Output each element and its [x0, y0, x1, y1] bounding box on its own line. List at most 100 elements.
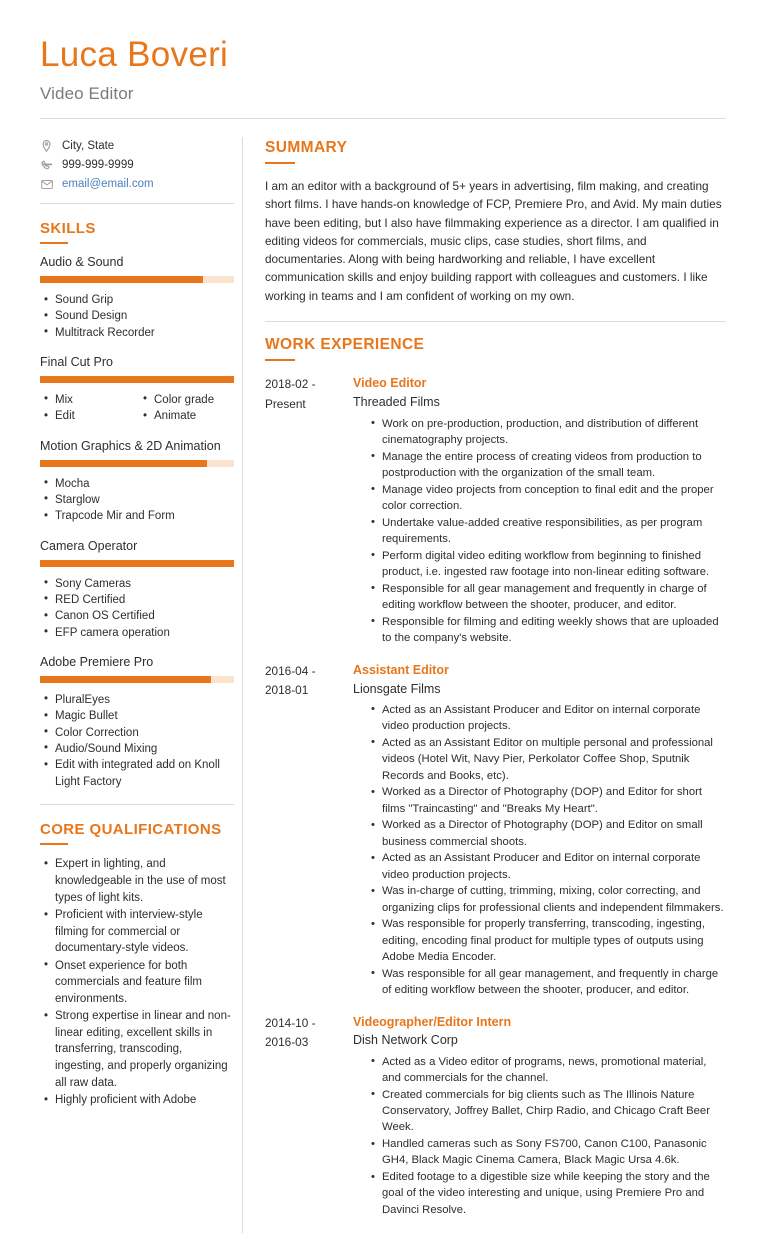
resume-page: Luca Boveri Video Editor City, State 999…: [0, 0, 760, 1233]
skill-group: Motion Graphics & 2D Animation MochaStarg…: [40, 439, 234, 525]
core-qualification-item: Highly proficient with Adobe: [40, 1092, 234, 1109]
skill-item: Trapcode Mir and Form: [40, 508, 234, 525]
contact-divider: [40, 202, 234, 204]
core-qualifications-heading: CORE QUALIFICATIONS: [40, 820, 222, 838]
job-body: Videographer/Editor Intern Dish Network C…: [343, 1013, 726, 1219]
skill-group-name: Audio & Sound: [40, 255, 124, 269]
job-company: Lionsgate Films: [353, 681, 441, 696]
job-bullet-list: Work on pre-production, production, and …: [353, 415, 726, 647]
candidate-name: Luca Boveri: [40, 35, 229, 74]
work-experience-heading: WORK EXPERIENCE: [265, 335, 425, 353]
job-bullet: Handled cameras such as Sony FS700, Cano…: [369, 1136, 726, 1169]
skill-item: Multitrack Recorder: [40, 324, 234, 341]
skills-group-list: Audio & Sound Sound GripSound DesignMulti…: [40, 255, 234, 790]
job-entry: 2018-02 - Present Video Editor Threaded Fil…: [265, 374, 726, 646]
skill-group: Adobe Premiere Pro PluralEyesMagic Bullet…: [40, 655, 234, 790]
job-role: Assistant Editor: [353, 662, 449, 677]
core-qualification-item: Proficient with interview-style filming …: [40, 907, 234, 957]
job-bullet: Was in-charge of cutting, trimming, mixi…: [369, 883, 726, 916]
skill-item-list: MixColor gradeEditAnimate: [40, 391, 234, 425]
job-bullet: Responsible for filming and editing week…: [369, 613, 726, 647]
skill-item: RED Certified: [40, 591, 234, 608]
skill-group-name: Motion Graphics & 2D Animation: [40, 438, 221, 453]
job-bullet-list: Acted as a Video editor of programs, new…: [353, 1053, 726, 1218]
job-body: Video Editor Threaded Films Work on pre-pr…: [343, 374, 726, 646]
skill-level-fill: [40, 375, 234, 383]
phone-icon: [40, 160, 53, 171]
summary-heading-underline: [265, 161, 295, 164]
skill-item: Starglow: [40, 491, 234, 508]
job-date-start: 2014-10 -: [265, 1015, 316, 1030]
job-company: Dish Network Corp: [353, 1033, 458, 1048]
skill-item: Sound Grip: [40, 291, 234, 308]
skills-heading-underline: [40, 241, 68, 244]
job-date-end: 2016-03: [265, 1034, 309, 1049]
resume-header: Luca Boveri Video Editor: [40, 35, 726, 125]
skill-group-name: Adobe Premiere Pro: [40, 654, 154, 669]
contact-location-text: City, State: [62, 140, 115, 152]
skill-group: Audio & Sound Sound GripSound DesignMulti…: [40, 255, 234, 341]
header-divider: [40, 117, 726, 119]
skill-level-bar: [40, 375, 234, 383]
core-qualification-item: Strong expertise in linear and non-linea…: [40, 1008, 234, 1091]
job-bullet: Acted as an Assistant Editor on multiple…: [369, 734, 726, 784]
skill-item: Canon OS Certified: [40, 608, 234, 625]
candidate-job-title: Video Editor: [40, 83, 134, 103]
job-bullet: Work on pre-production, production, and …: [369, 415, 726, 449]
skills-section: SKILLS Audio & Sound Sound GripSound Desi…: [40, 220, 234, 805]
job-role: Videographer/Editor Intern: [353, 1014, 512, 1029]
core-qualifications-section: CORE QUALIFICATIONS Expert in lighting, …: [40, 821, 234, 1109]
summary-section: SUMMARY I am an editor with a background…: [265, 139, 726, 322]
contact-item-location: City, State: [40, 137, 234, 156]
job-bullet: Acted as an Assistant Producer and Edito…: [369, 850, 726, 883]
skill-group: Camera Operator Sony CamerasRED Certified…: [40, 539, 234, 641]
job-bullet: Responsible for all gear management and …: [369, 580, 726, 614]
job-body: Assistant Editor Lionsgate Films Acted as …: [343, 661, 726, 999]
skill-level-fill: [40, 675, 211, 683]
contact-email-text[interactable]: email@email.com: [62, 178, 154, 190]
core-qualifications-list: Expert in lighting, and knowledgeable in…: [40, 856, 234, 1108]
skills-divider: [40, 803, 234, 805]
skill-group-name: Camera Operator: [40, 538, 138, 553]
skill-group: Final Cut Pro MixColor gradeEditAnimate: [40, 355, 234, 425]
map-pin-icon: [40, 140, 53, 152]
job-dates: 2018-02 - Present: [265, 374, 343, 413]
job-date-start: 2016-04 -: [265, 663, 316, 678]
job-bullet: Worked as a Director of Photography (DOP…: [369, 817, 726, 850]
job-bullet: Was responsible for all gear management,…: [369, 965, 726, 999]
skill-group-name: Final Cut Pro: [40, 354, 113, 369]
job-bullet: Manage the entire process of creating vi…: [369, 448, 726, 482]
skill-level-bar: [40, 559, 234, 567]
skill-item-list: Sony CamerasRED CertifiedCanon OS Certif…: [40, 575, 234, 641]
summary-text: I am an editor with a background of 5+ y…: [265, 179, 722, 303]
core-qualification-item: Expert in lighting, and knowledgeable in…: [40, 856, 234, 906]
job-bullet: Undertake value-added creative responsib…: [369, 514, 726, 548]
skill-item-list: MochaStarglowTrapcode Mir and Form: [40, 475, 234, 525]
job-list: 2018-02 - Present Video Editor Threaded Fil…: [265, 374, 726, 1218]
envelope-icon: [40, 179, 53, 189]
core-qualification-item: Onset experience for both commercials an…: [40, 957, 234, 1008]
job-entry: 2016-04 - 2018-01 Assistant Editor Lionsgat…: [265, 661, 726, 999]
job-dates: 2014-10 - 2016-03: [265, 1013, 343, 1052]
skill-item: EFP camera operation: [40, 624, 234, 641]
resume-body: City, State 999-999-9999 email@email.com…: [40, 125, 726, 1233]
skill-level-fill: [40, 276, 203, 283]
skill-item-list: Sound GripSound DesignMultitrack Recorde…: [40, 291, 234, 341]
job-bullet: Worked as a Director of Photography (DOP…: [369, 784, 726, 817]
skill-item: Sound Design: [40, 308, 234, 325]
job-bullet: Acted as an Assistant Producer and Edito…: [369, 701, 726, 735]
job-bullet: Edited footage to a digestible size whil…: [369, 1169, 726, 1218]
job-bullet-list: Acted as an Assistant Producer and Edito…: [353, 701, 726, 999]
summary-heading: SUMMARY: [265, 138, 348, 156]
contact-phone-text: 999-999-9999: [62, 159, 134, 171]
job-date-end: 2018-01: [265, 682, 309, 697]
job-date-start: 2018-02 -: [265, 377, 316, 392]
job-role: Video Editor: [353, 376, 427, 391]
sidebar-column: City, State 999-999-9999 email@email.com…: [40, 125, 242, 1110]
skill-level-fill: [40, 559, 234, 567]
job-date-end: Present: [265, 396, 306, 411]
skill-level-bar: [40, 276, 234, 283]
job-bullet: Perform digital video editing workflow f…: [369, 547, 726, 581]
contact-item-email[interactable]: email@email.com: [40, 175, 234, 194]
main-column: SUMMARY I am an editor with a background…: [243, 125, 726, 1233]
